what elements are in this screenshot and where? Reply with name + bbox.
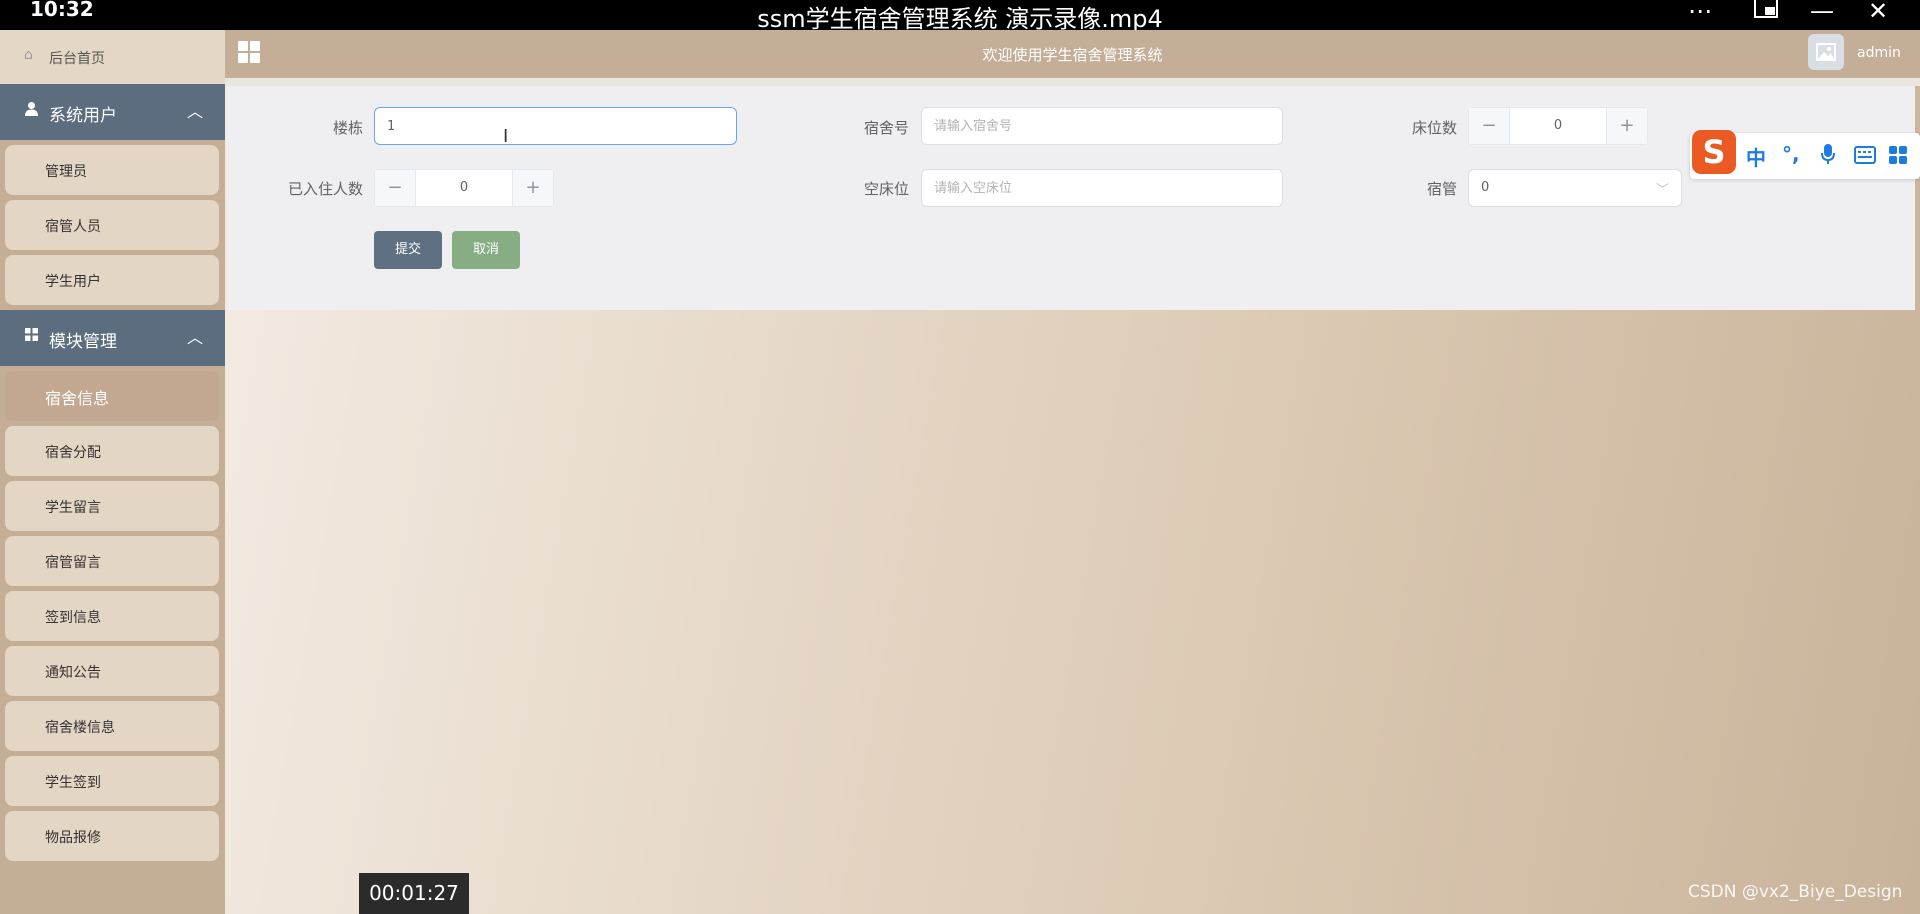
sidebar-item-label: 宿舍信息 bbox=[45, 389, 110, 408]
sidebar-item-staff-messages[interactable]: 宿管留言 bbox=[5, 536, 219, 586]
room-no-label: 宿舍号 bbox=[863, 119, 909, 137]
sidebar-item-home[interactable]: ⌂ 后台首页 bbox=[0, 30, 225, 84]
room-no-input[interactable] bbox=[921, 107, 1283, 145]
welcome-text: 欢迎使用学生宿舍管理系统 bbox=[982, 46, 1163, 64]
empty-beds-input[interactable] bbox=[921, 169, 1283, 207]
minimize-icon[interactable]: — bbox=[1802, 0, 1842, 25]
content-top-strip bbox=[225, 78, 1920, 86]
occupied-label: 已入住人数 bbox=[287, 180, 363, 198]
sidebar-item-student-users[interactable]: 学生用户 bbox=[5, 255, 219, 305]
sidebar-item-building-info[interactable]: 宿舍楼信息 bbox=[5, 701, 219, 751]
sidebar-group-label: 系统用户 bbox=[49, 106, 117, 126]
sidebar-item-checkin-info[interactable]: 签到信息 bbox=[5, 591, 219, 641]
sidebar-item-student-messages[interactable]: 学生留言 bbox=[5, 481, 219, 531]
sidebar-item-label: 宿管人员 bbox=[45, 219, 101, 235]
ime-punctuation-toggle[interactable]: °, bbox=[1782, 142, 1800, 166]
ime-toolbar[interactable]: S 中 °, bbox=[1690, 130, 1920, 179]
keyboard-icon[interactable] bbox=[1854, 145, 1876, 169]
sidebar-group-system-users[interactable]: 系统用户 ︿ bbox=[0, 84, 225, 140]
username[interactable]: admin bbox=[1857, 45, 1901, 61]
sidebar-item-label: 签到信息 bbox=[45, 610, 101, 626]
sidebar-item-notices[interactable]: 通知公告 bbox=[5, 646, 219, 696]
video-timecode: 00:01:27 bbox=[359, 873, 469, 914]
close-icon[interactable]: ✕ bbox=[1858, 0, 1898, 25]
plus-icon[interactable]: + bbox=[1606, 108, 1647, 144]
video-title: ssm学生宿舍管理系统 演示录像.mp4 bbox=[757, 5, 1163, 33]
sidebar-item-dorm-assignment[interactable]: 宿舍分配 bbox=[5, 426, 219, 476]
beds-label: 床位数 bbox=[1411, 119, 1457, 137]
occupied-stepper[interactable]: − 0 + bbox=[374, 169, 554, 207]
empty-beds-label: 空床位 bbox=[863, 180, 909, 198]
cancel-button[interactable]: 取消 bbox=[452, 231, 520, 269]
sidebar-item-dorm-info[interactable]: 宿舍信息 bbox=[5, 371, 219, 421]
beds-value[interactable]: 0 bbox=[1509, 118, 1607, 133]
building-input[interactable] bbox=[374, 107, 737, 145]
picture-in-picture-icon[interactable] bbox=[1746, 0, 1786, 25]
sidebar-item-label: 管理员 bbox=[45, 164, 87, 180]
sidebar-item-label: 宿管留言 bbox=[45, 555, 101, 571]
manager-select[interactable]: 0 ﹀ bbox=[1468, 169, 1682, 207]
sidebar-item-label: 宿舍分配 bbox=[45, 445, 101, 461]
apps-grid-icon[interactable] bbox=[1888, 145, 1908, 170]
sidebar-item-label: 宿舍楼信息 bbox=[45, 720, 115, 736]
manager-label: 宿管 bbox=[1426, 180, 1457, 198]
sidebar-item-admin[interactable]: 管理员 bbox=[5, 145, 219, 195]
sidebar-item-repairs[interactable]: 物品报修 bbox=[5, 811, 219, 861]
plus-icon[interactable]: + bbox=[512, 170, 553, 206]
submit-button[interactable]: 提交 bbox=[374, 231, 442, 269]
grid-icon bbox=[24, 327, 39, 346]
sidebar: ⌂ 后台首页 系统用户 ︿ 管理员 宿管人员 学生用户 模块管理 ︿ 宿舍信息 … bbox=[0, 30, 225, 914]
chevron-up-icon: ︿ bbox=[186, 102, 203, 121]
ime-logo[interactable]: S bbox=[1692, 130, 1736, 174]
top-header: 欢迎使用学生宿舍管理系统 admin bbox=[225, 30, 1920, 78]
building-label: 楼栋 bbox=[332, 119, 363, 137]
watermark: CSDN @vx2_Biye_Design bbox=[1688, 882, 1903, 902]
sidebar-item-label: 学生留言 bbox=[45, 500, 101, 516]
minus-icon[interactable]: − bbox=[375, 170, 416, 206]
sidebar-item-dorm-staff[interactable]: 宿管人员 bbox=[5, 200, 219, 250]
sidebar-item-student-checkin[interactable]: 学生签到 bbox=[5, 756, 219, 806]
user-icon bbox=[24, 101, 39, 120]
home-icon: ⌂ bbox=[24, 47, 33, 63]
ime-language-toggle[interactable]: 中 bbox=[1746, 142, 1766, 171]
sidebar-group-label: 模块管理 bbox=[49, 332, 117, 352]
sidebar-item-label: 学生签到 bbox=[45, 775, 101, 791]
avatar[interactable] bbox=[1808, 34, 1844, 70]
video-title-bar: 10:32 ssm学生宿舍管理系统 演示录像.mp4 ⋯ — ✕ bbox=[0, 0, 1920, 33]
beds-stepper[interactable]: − 0 + bbox=[1468, 107, 1648, 145]
sidebar-item-label: 通知公告 bbox=[45, 665, 101, 681]
more-icon[interactable]: ⋯ bbox=[1680, 0, 1720, 25]
text-cursor-icon: I bbox=[503, 126, 509, 147]
manager-value: 0 bbox=[1481, 180, 1490, 195]
microphone-icon[interactable] bbox=[1820, 143, 1836, 170]
chevron-down-icon: ﹀ bbox=[1655, 183, 1669, 198]
image-icon bbox=[1816, 43, 1836, 61]
sidebar-item-label: 后台首页 bbox=[49, 51, 105, 67]
sidebar-item-label: 学生用户 bbox=[45, 274, 101, 290]
chevron-up-icon: ︿ bbox=[186, 328, 203, 347]
occupied-value[interactable]: 0 bbox=[415, 180, 513, 195]
sidebar-item-label: 物品报修 bbox=[45, 830, 101, 846]
minus-icon[interactable]: − bbox=[1469, 108, 1510, 144]
sidebar-group-modules[interactable]: 模块管理 ︿ bbox=[0, 310, 225, 366]
